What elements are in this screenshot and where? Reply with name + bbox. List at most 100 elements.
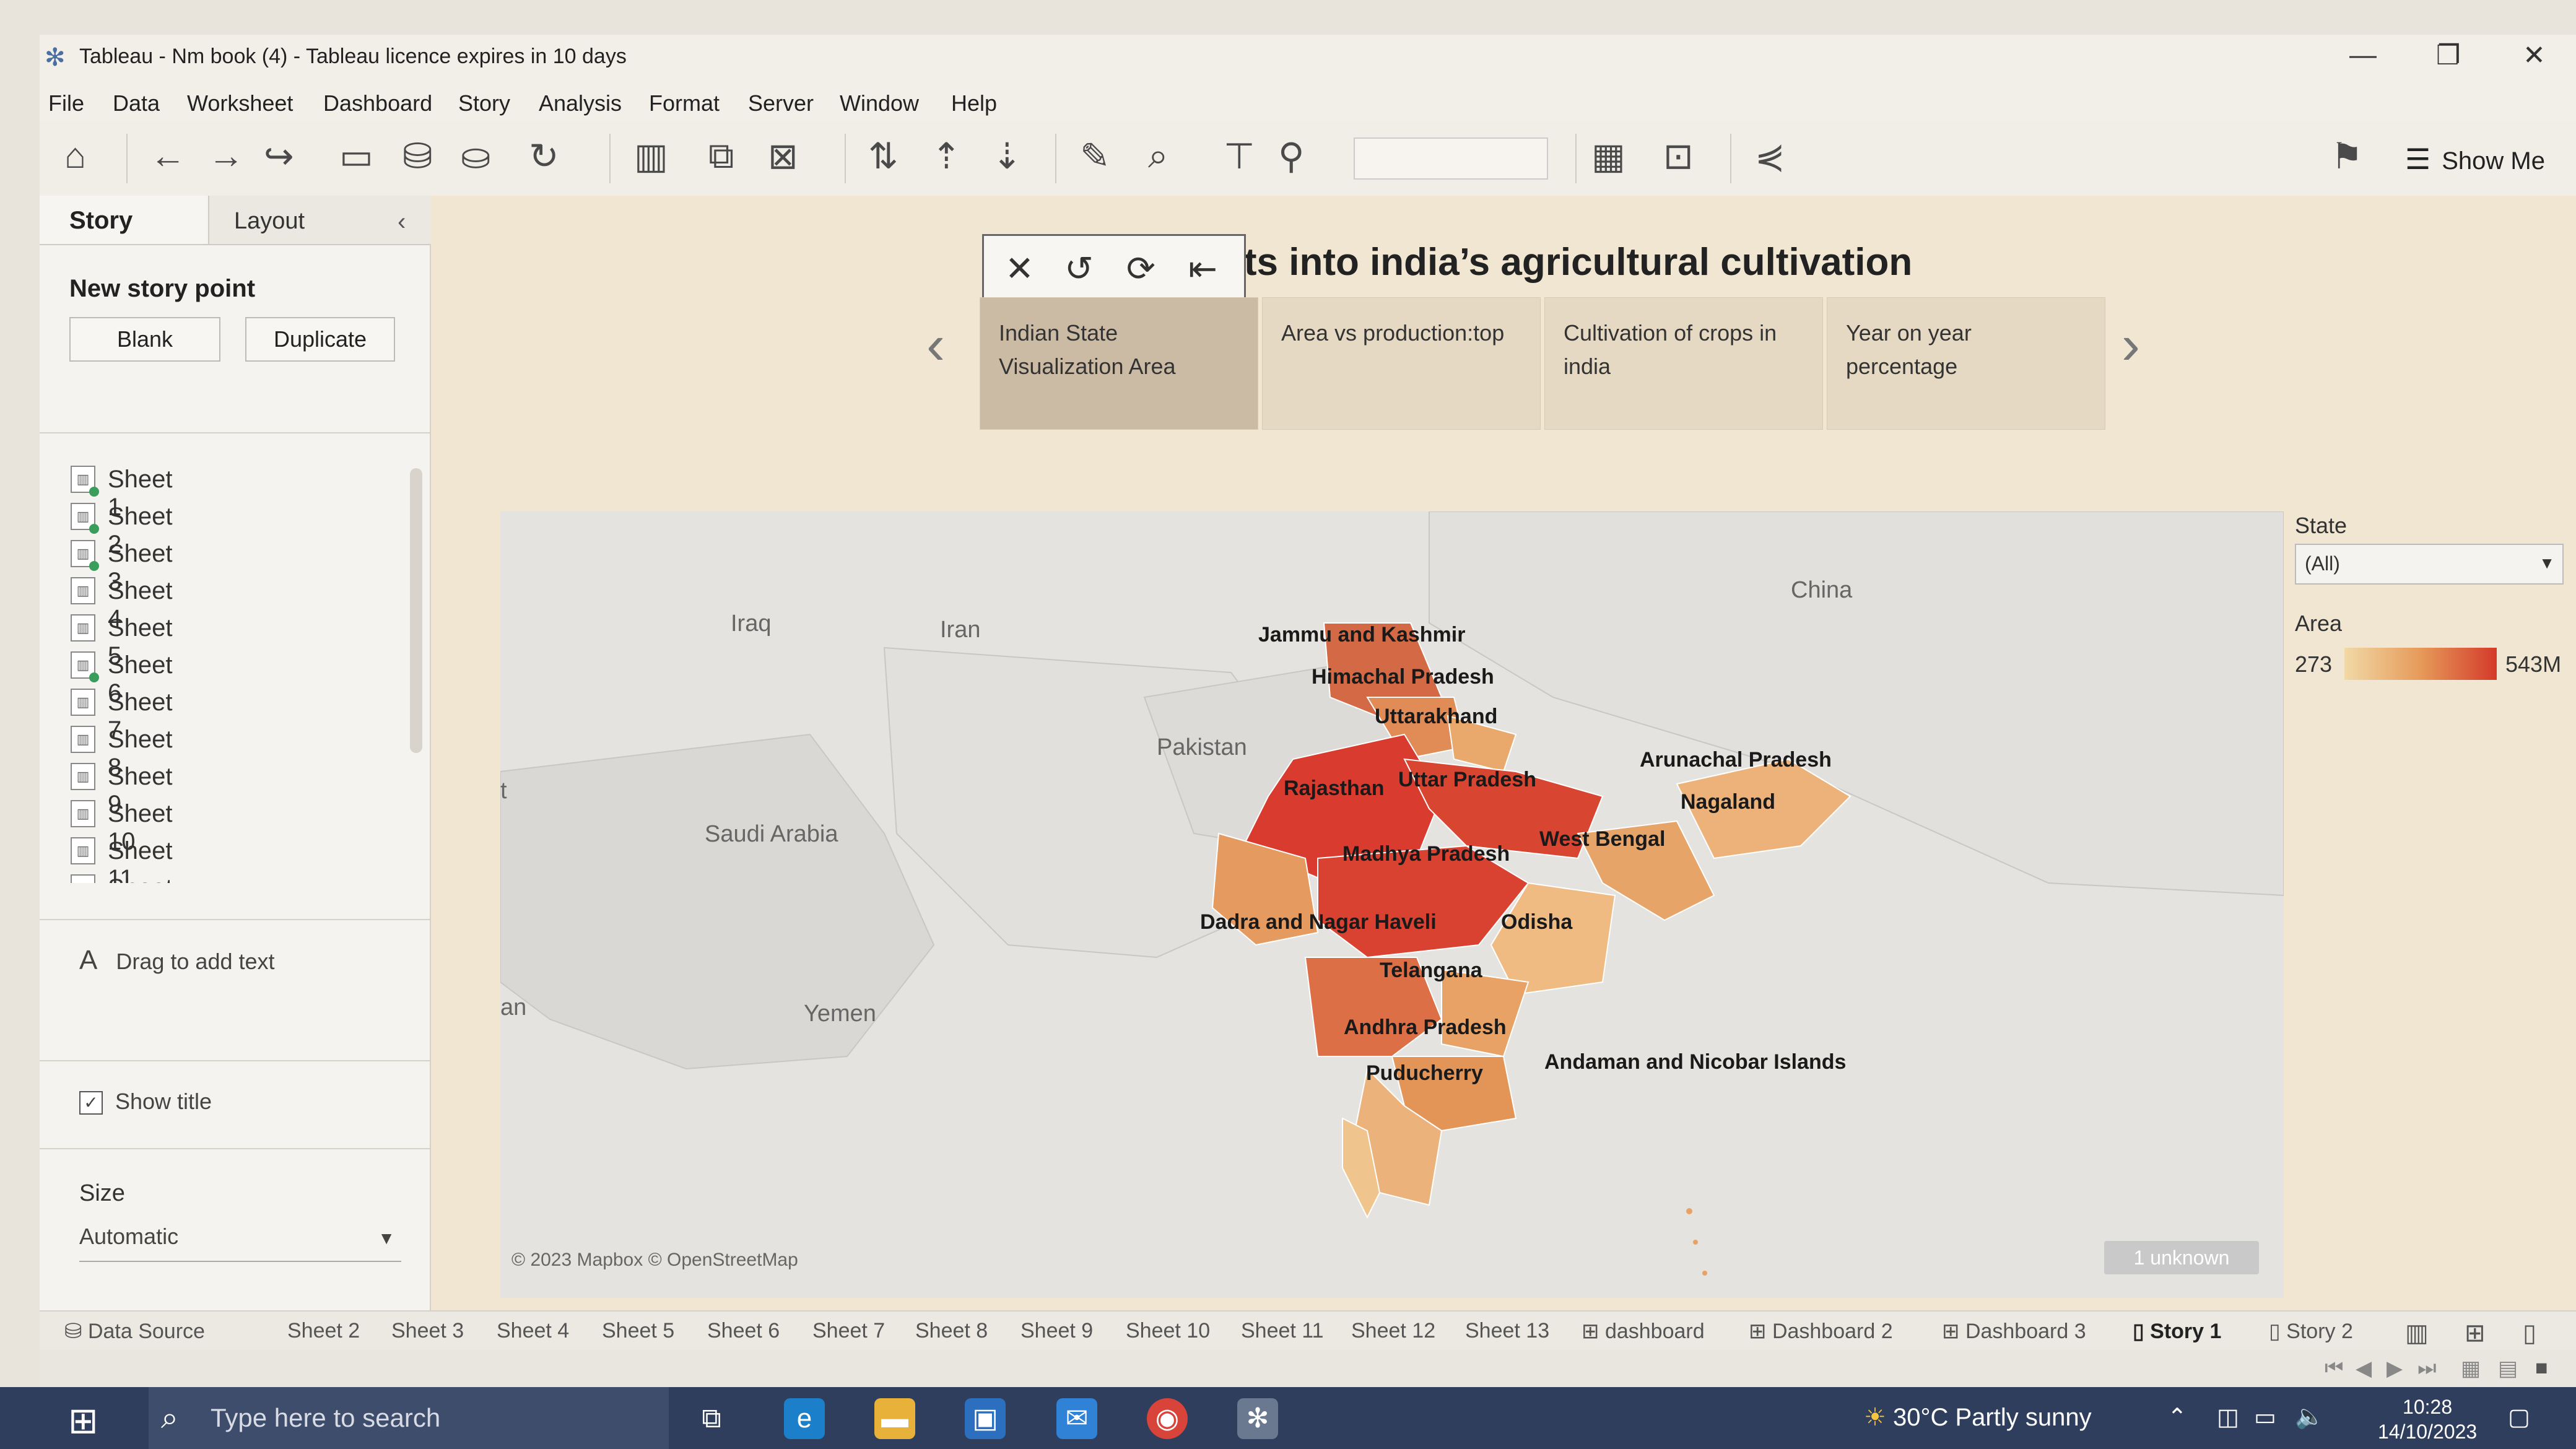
menu-story[interactable]: Story <box>458 90 510 116</box>
sheet-tab[interactable]: Sheet 10 <box>1126 1319 1210 1343</box>
sheet-tab[interactable]: Sheet 8 <box>915 1319 988 1343</box>
prev-page-icon[interactable]: ◀ <box>2356 1356 2372 1381</box>
state-filter-dropdown[interactable]: (All) ▼ <box>2295 544 2564 585</box>
sheet-tab[interactable]: Sheet 9 <box>1020 1319 1093 1343</box>
home-icon[interactable]: ⌂ <box>64 135 86 176</box>
menu-file[interactable]: File <box>48 90 84 116</box>
filmstrip-view-icon[interactable]: ▤ <box>2498 1356 2518 1381</box>
sheet-tab[interactable]: Sheet 7 <box>812 1319 885 1343</box>
refresh-icon[interactable]: ↻ <box>529 135 559 177</box>
forward-icon[interactable]: → <box>208 135 244 176</box>
new-dashboard-tab-icon[interactable]: ⊞ <box>2465 1319 2486 1347</box>
share-icon[interactable]: ⋞ <box>1755 135 1785 177</box>
size-dropdown[interactable]: Automatic ▼ <box>79 1224 401 1262</box>
story-point-1[interactable]: Indian State Visualization Area <box>980 297 1258 430</box>
label-icon[interactable]: ⊤ <box>1224 135 1255 177</box>
map-attribution[interactable]: © 2023 Mapbox © OpenStreetMap <box>511 1250 798 1271</box>
first-page-icon[interactable]: ⏮ <box>2325 1356 2344 1380</box>
data-source-tab[interactable]: ⛁ Data Source <box>64 1319 205 1344</box>
group-icon[interactable]: ⌕ <box>1148 135 1168 177</box>
menu-worksheet[interactable]: Worksheet <box>187 90 293 116</box>
restore-button[interactable]: ❐ <box>2436 40 2460 71</box>
sheet-tab[interactable]: Sheet 3 <box>391 1319 464 1343</box>
close-icon[interactable]: ✕ <box>1005 248 1034 289</box>
close-button[interactable]: ✕ <box>2523 40 2546 71</box>
sheet-tab[interactable]: Sheet 6 <box>707 1319 780 1343</box>
highlight-icon[interactable]: ✎ <box>1080 135 1110 177</box>
volume-muted-icon[interactable]: 🔈 <box>2295 1403 2324 1430</box>
pause-icon[interactable]: ⛀ <box>461 135 491 177</box>
dashboard-tab[interactable]: ⊞ Dashboard 3 <box>1942 1319 2086 1344</box>
sheet-tab[interactable]: Sheet 12 <box>1351 1319 1435 1343</box>
menu-data[interactable]: Data <box>113 90 160 116</box>
previous-story-point-icon[interactable]: ‹ <box>926 313 945 377</box>
sheet-list-scrollbar[interactable] <box>410 468 422 753</box>
sheet-tab[interactable]: Sheet 4 <box>497 1319 569 1343</box>
menu-help[interactable]: Help <box>951 90 997 116</box>
swap-icon[interactable]: ⇅ <box>868 135 899 177</box>
sheet-tab[interactable]: Sheet 5 <box>602 1319 674 1343</box>
grid-view-icon[interactable]: ▦ <box>2461 1356 2481 1381</box>
windows-start-icon[interactable]: ⊞ <box>68 1399 98 1442</box>
fit-dropdown[interactable] <box>1354 137 1548 180</box>
menu-server[interactable]: Server <box>748 90 814 116</box>
save-icon[interactable]: ▭ <box>339 135 373 177</box>
story-point-3[interactable]: Cultivation of crops in india <box>1544 297 1823 430</box>
sort-desc-icon[interactable]: ⇣ <box>992 135 1022 177</box>
tableau-taskbar-icon[interactable]: ✻ <box>1237 1398 1278 1439</box>
show-me-button[interactable]: ☰ Show Me <box>2405 142 2545 176</box>
save-story-point-icon[interactable]: ⇤ <box>1188 248 1217 289</box>
pin-icon[interactable]: ⚲ <box>1278 135 1304 177</box>
duplicate-button[interactable]: Duplicate <box>245 317 395 362</box>
sort-asc-icon[interactable]: ⇡ <box>931 135 962 177</box>
dashboard-tab[interactable]: ⊞ dashboard <box>1582 1319 1705 1344</box>
new-story-tab-icon[interactable]: ▯ <box>2523 1319 2536 1347</box>
show-title-checkbox[interactable]: ✓ Show title <box>79 1089 212 1115</box>
menu-window[interactable]: Window <box>840 90 919 116</box>
microsoft-store-icon[interactable]: ▣ <box>965 1398 1006 1439</box>
duplicate-icon[interactable]: ⧉ <box>708 135 734 177</box>
mail-icon[interactable]: ✉ <box>1056 1398 1097 1439</box>
next-story-point-icon[interactable]: › <box>2121 313 2140 377</box>
add-datasource-icon[interactable]: ⛁ <box>402 135 433 177</box>
tray-app-icon[interactable]: ◫ <box>2217 1403 2239 1431</box>
blank-button[interactable]: Blank <box>69 317 220 362</box>
story-point-2[interactable]: Area vs production:top <box>1262 297 1541 430</box>
sheet-tab[interactable]: Sheet 2 <box>287 1319 360 1343</box>
unknown-indicator[interactable]: 1 unknown <box>2104 1241 2259 1274</box>
chrome-browser-icon[interactable]: ◉ <box>1147 1398 1188 1439</box>
taskbar-search-box[interactable]: ⌕ Type here to search <box>149 1387 669 1449</box>
fit-icon[interactable]: ▦ <box>1591 135 1625 177</box>
story-tab[interactable]: ▯ Story 2 <box>2269 1319 2353 1344</box>
new-worksheet-icon[interactable]: ▥ <box>634 135 668 177</box>
clear-icon[interactable]: ⊠ <box>768 135 798 177</box>
network-icon[interactable]: ▭ <box>2254 1403 2276 1431</box>
india-state-map[interactable]: Iraq Iran Pakistan China Saudi Arabia Ye… <box>500 511 2284 1298</box>
drag-to-add-text[interactable]: A Drag to add text <box>79 945 275 976</box>
undo-icon[interactable]: ↺ <box>1064 248 1094 289</box>
file-explorer-icon[interactable]: ▬ <box>874 1398 915 1439</box>
menu-analysis[interactable]: Analysis <box>539 90 622 116</box>
minimize-button[interactable]: — <box>2349 40 2377 71</box>
dashboard-tab[interactable]: ⊞ Dashboard 2 <box>1749 1319 1893 1344</box>
tray-chevron-up-icon[interactable]: ⌃ <box>2167 1403 2187 1431</box>
edge-browser-icon[interactable]: e <box>784 1398 825 1439</box>
tab-story[interactable]: Story <box>40 196 207 244</box>
next-page-icon[interactable]: ▶ <box>2387 1356 2403 1381</box>
story-tab[interactable]: ▯ Story 1 <box>2133 1319 2221 1344</box>
notifications-icon[interactable]: ▢ <box>2508 1403 2530 1431</box>
redo-icon[interactable]: ↪ <box>264 135 294 177</box>
back-icon[interactable]: ← <box>150 135 186 176</box>
menu-format[interactable]: Format <box>649 90 720 116</box>
story-point-4[interactable]: Year on year percentage <box>1827 297 2105 430</box>
sheet-tab[interactable]: Sheet 13 <box>1465 1319 1549 1343</box>
tab-view-icon[interactable]: ■ <box>2535 1356 2548 1380</box>
collapse-icon[interactable]: ‹ <box>398 208 406 236</box>
sheet-tab[interactable]: Sheet 11 <box>1241 1319 1324 1343</box>
pushpin-icon[interactable]: ⚑ <box>2331 135 2363 177</box>
revert-icon[interactable]: ⟳ <box>1126 248 1155 289</box>
system-clock[interactable]: 10:28 14/10/2023 <box>2378 1395 2477 1444</box>
presentation-icon[interactable]: ⊡ <box>1663 135 1694 177</box>
new-worksheet-tab-icon[interactable]: ▥ <box>2405 1319 2429 1347</box>
task-view-icon[interactable]: ⧉ <box>691 1398 732 1439</box>
